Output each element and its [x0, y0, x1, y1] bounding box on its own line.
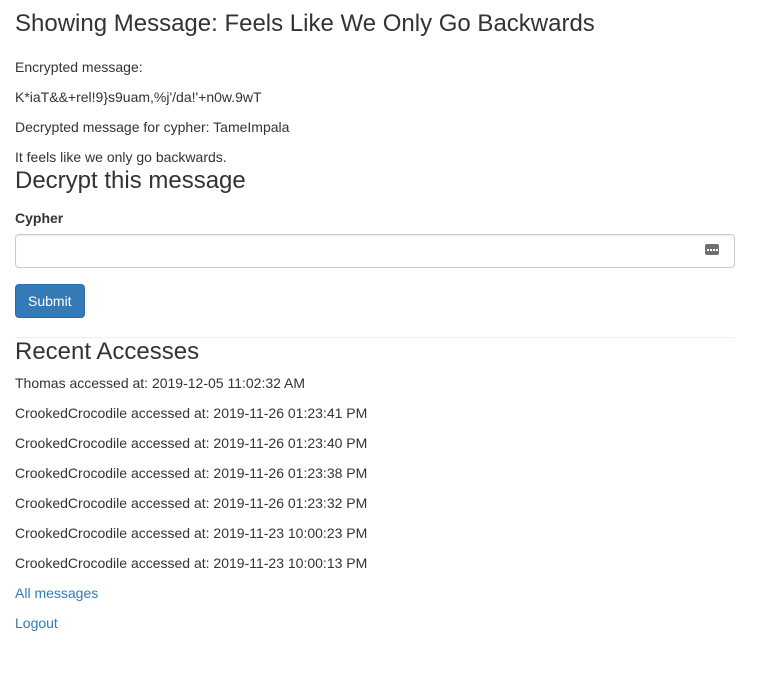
- list-item: CrookedCrocodile accessed at: 2019-11-26…: [15, 465, 368, 481]
- list-item: CrookedCrocodile accessed at: 2019-11-26…: [15, 495, 368, 511]
- submit-button[interactable]: Submit: [15, 284, 85, 318]
- password-manager-icon[interactable]: [705, 244, 719, 255]
- recent-accesses-list: Thomas accessed at: 2019-12-05 11:02:32 …: [15, 373, 735, 573]
- decrypted-message-label: Decrypted message for cypher: TameImpala: [15, 119, 290, 135]
- cypher-input[interactable]: [15, 234, 735, 268]
- encrypted-message-label: Encrypted message:: [15, 59, 143, 75]
- decrypt-heading: Decrypt this message: [15, 167, 246, 194]
- page: Showing Message: Feels Like We Only Go B…: [0, 0, 758, 633]
- list-item: CrookedCrocodile accessed at: 2019-11-26…: [15, 435, 368, 451]
- recent-accesses-heading: Recent Accesses: [15, 338, 200, 365]
- logout-link[interactable]: Logout: [15, 613, 735, 633]
- decrypt-form: Cypher Submit: [15, 208, 735, 318]
- cypher-label: Cypher: [15, 210, 64, 226]
- all-messages-link[interactable]: All messages: [15, 583, 735, 603]
- list-item: CrookedCrocodile accessed at: 2019-11-23…: [15, 525, 368, 541]
- list-item: CrookedCrocodile accessed at: 2019-11-26…: [15, 405, 368, 421]
- list-item: CrookedCrocodile accessed at: 2019-11-23…: [15, 555, 368, 571]
- page-title: Showing Message: Feels Like We Only Go B…: [15, 10, 595, 37]
- encrypted-message-value: K*iaT&&+rel!9}s9uam,%j'/da!'+n0w.9wT: [15, 89, 262, 105]
- decrypted-message-value: It feels like we only go backwards.: [15, 149, 227, 165]
- cypher-field-wrapper: [15, 234, 735, 268]
- list-item: Thomas accessed at: 2019-12-05 11:02:32 …: [15, 375, 306, 391]
